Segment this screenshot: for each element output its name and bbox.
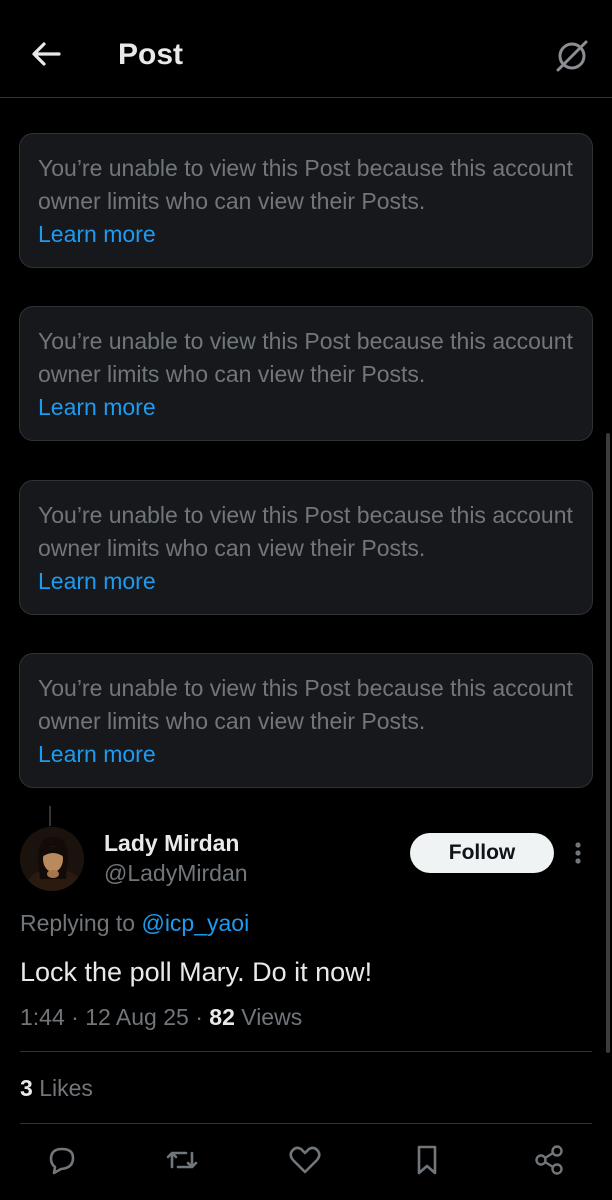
arrow-left-icon <box>32 42 61 66</box>
likes-summary[interactable]: 3 Likes <box>20 1072 93 1104</box>
page-title: Post <box>118 38 184 71</box>
author-handle[interactable]: @LadyMirdan <box>104 858 248 888</box>
avatar[interactable] <box>20 827 84 891</box>
unavailable-message: You’re unable to view this Post because … <box>38 155 573 214</box>
learn-more-link[interactable]: Learn more <box>38 565 574 598</box>
like-icon <box>289 1146 321 1174</box>
unavailable-message: You’re unable to view this Post because … <box>38 675 573 734</box>
unavailable-post-card: You’re unable to view this Post because … <box>19 133 593 268</box>
unavailable-post-card: You’re unable to view this Post because … <box>19 306 593 441</box>
like-button[interactable] <box>285 1140 325 1180</box>
views-label: Views <box>241 1004 303 1030</box>
reply-icon <box>49 1147 75 1175</box>
replying-to-handle[interactable]: @icp_yaoi <box>141 910 249 936</box>
unavailable-post-card: You’re unable to view this Post because … <box>19 653 593 788</box>
thread-connector-line <box>49 806 51 826</box>
replying-to-line: Replying to @icp_yaoi <box>20 907 249 939</box>
learn-more-link[interactable]: Learn more <box>38 218 574 251</box>
portrait-avatar-image <box>20 827 84 891</box>
circle-slash-icon <box>556 40 588 72</box>
unavailable-message: You’re unable to view this Post because … <box>38 502 573 561</box>
meta-separator: · <box>195 1004 203 1030</box>
share-icon <box>535 1145 563 1175</box>
post-meta: 1:44 · 12 Aug 25 · 82 Views <box>20 1001 302 1033</box>
share-button[interactable] <box>529 1140 569 1180</box>
post-date[interactable]: 12 Aug 25 <box>85 1004 189 1030</box>
author-name[interactable]: Lady Mirdan <box>104 828 239 858</box>
meta-separator: · <box>71 1004 79 1030</box>
divider <box>20 1051 592 1052</box>
repost-icon <box>166 1151 198 1169</box>
post-text: Lock the poll Mary. Do it now! <box>20 957 373 987</box>
top-bar: Post <box>0 0 612 98</box>
circle-slash-button[interactable] <box>552 36 592 76</box>
bookmark-icon <box>417 1145 437 1175</box>
learn-more-link[interactable]: Learn more <box>38 738 574 771</box>
action-bar <box>0 1140 612 1184</box>
post-time[interactable]: 1:44 <box>20 1004 65 1030</box>
bookmark-button[interactable] <box>407 1140 447 1180</box>
reply-button[interactable] <box>42 1140 82 1180</box>
replying-to-label: Replying to <box>20 910 136 936</box>
follow-button[interactable]: Follow <box>410 833 554 873</box>
unavailable-message: You’re unable to view this Post because … <box>38 328 573 387</box>
likes-label: Likes <box>39 1075 93 1101</box>
back-button[interactable] <box>28 36 64 72</box>
likes-count: 3 <box>20 1075 33 1101</box>
more-options-button[interactable] <box>566 838 590 868</box>
more-vertical-icon <box>575 842 581 864</box>
repost-button[interactable] <box>162 1140 202 1180</box>
unavailable-post-card: You’re unable to view this Post because … <box>19 480 593 615</box>
learn-more-link[interactable]: Learn more <box>38 391 574 424</box>
divider <box>20 1123 592 1124</box>
views-count: 82 <box>209 1004 235 1030</box>
scrollbar[interactable] <box>606 433 610 1053</box>
